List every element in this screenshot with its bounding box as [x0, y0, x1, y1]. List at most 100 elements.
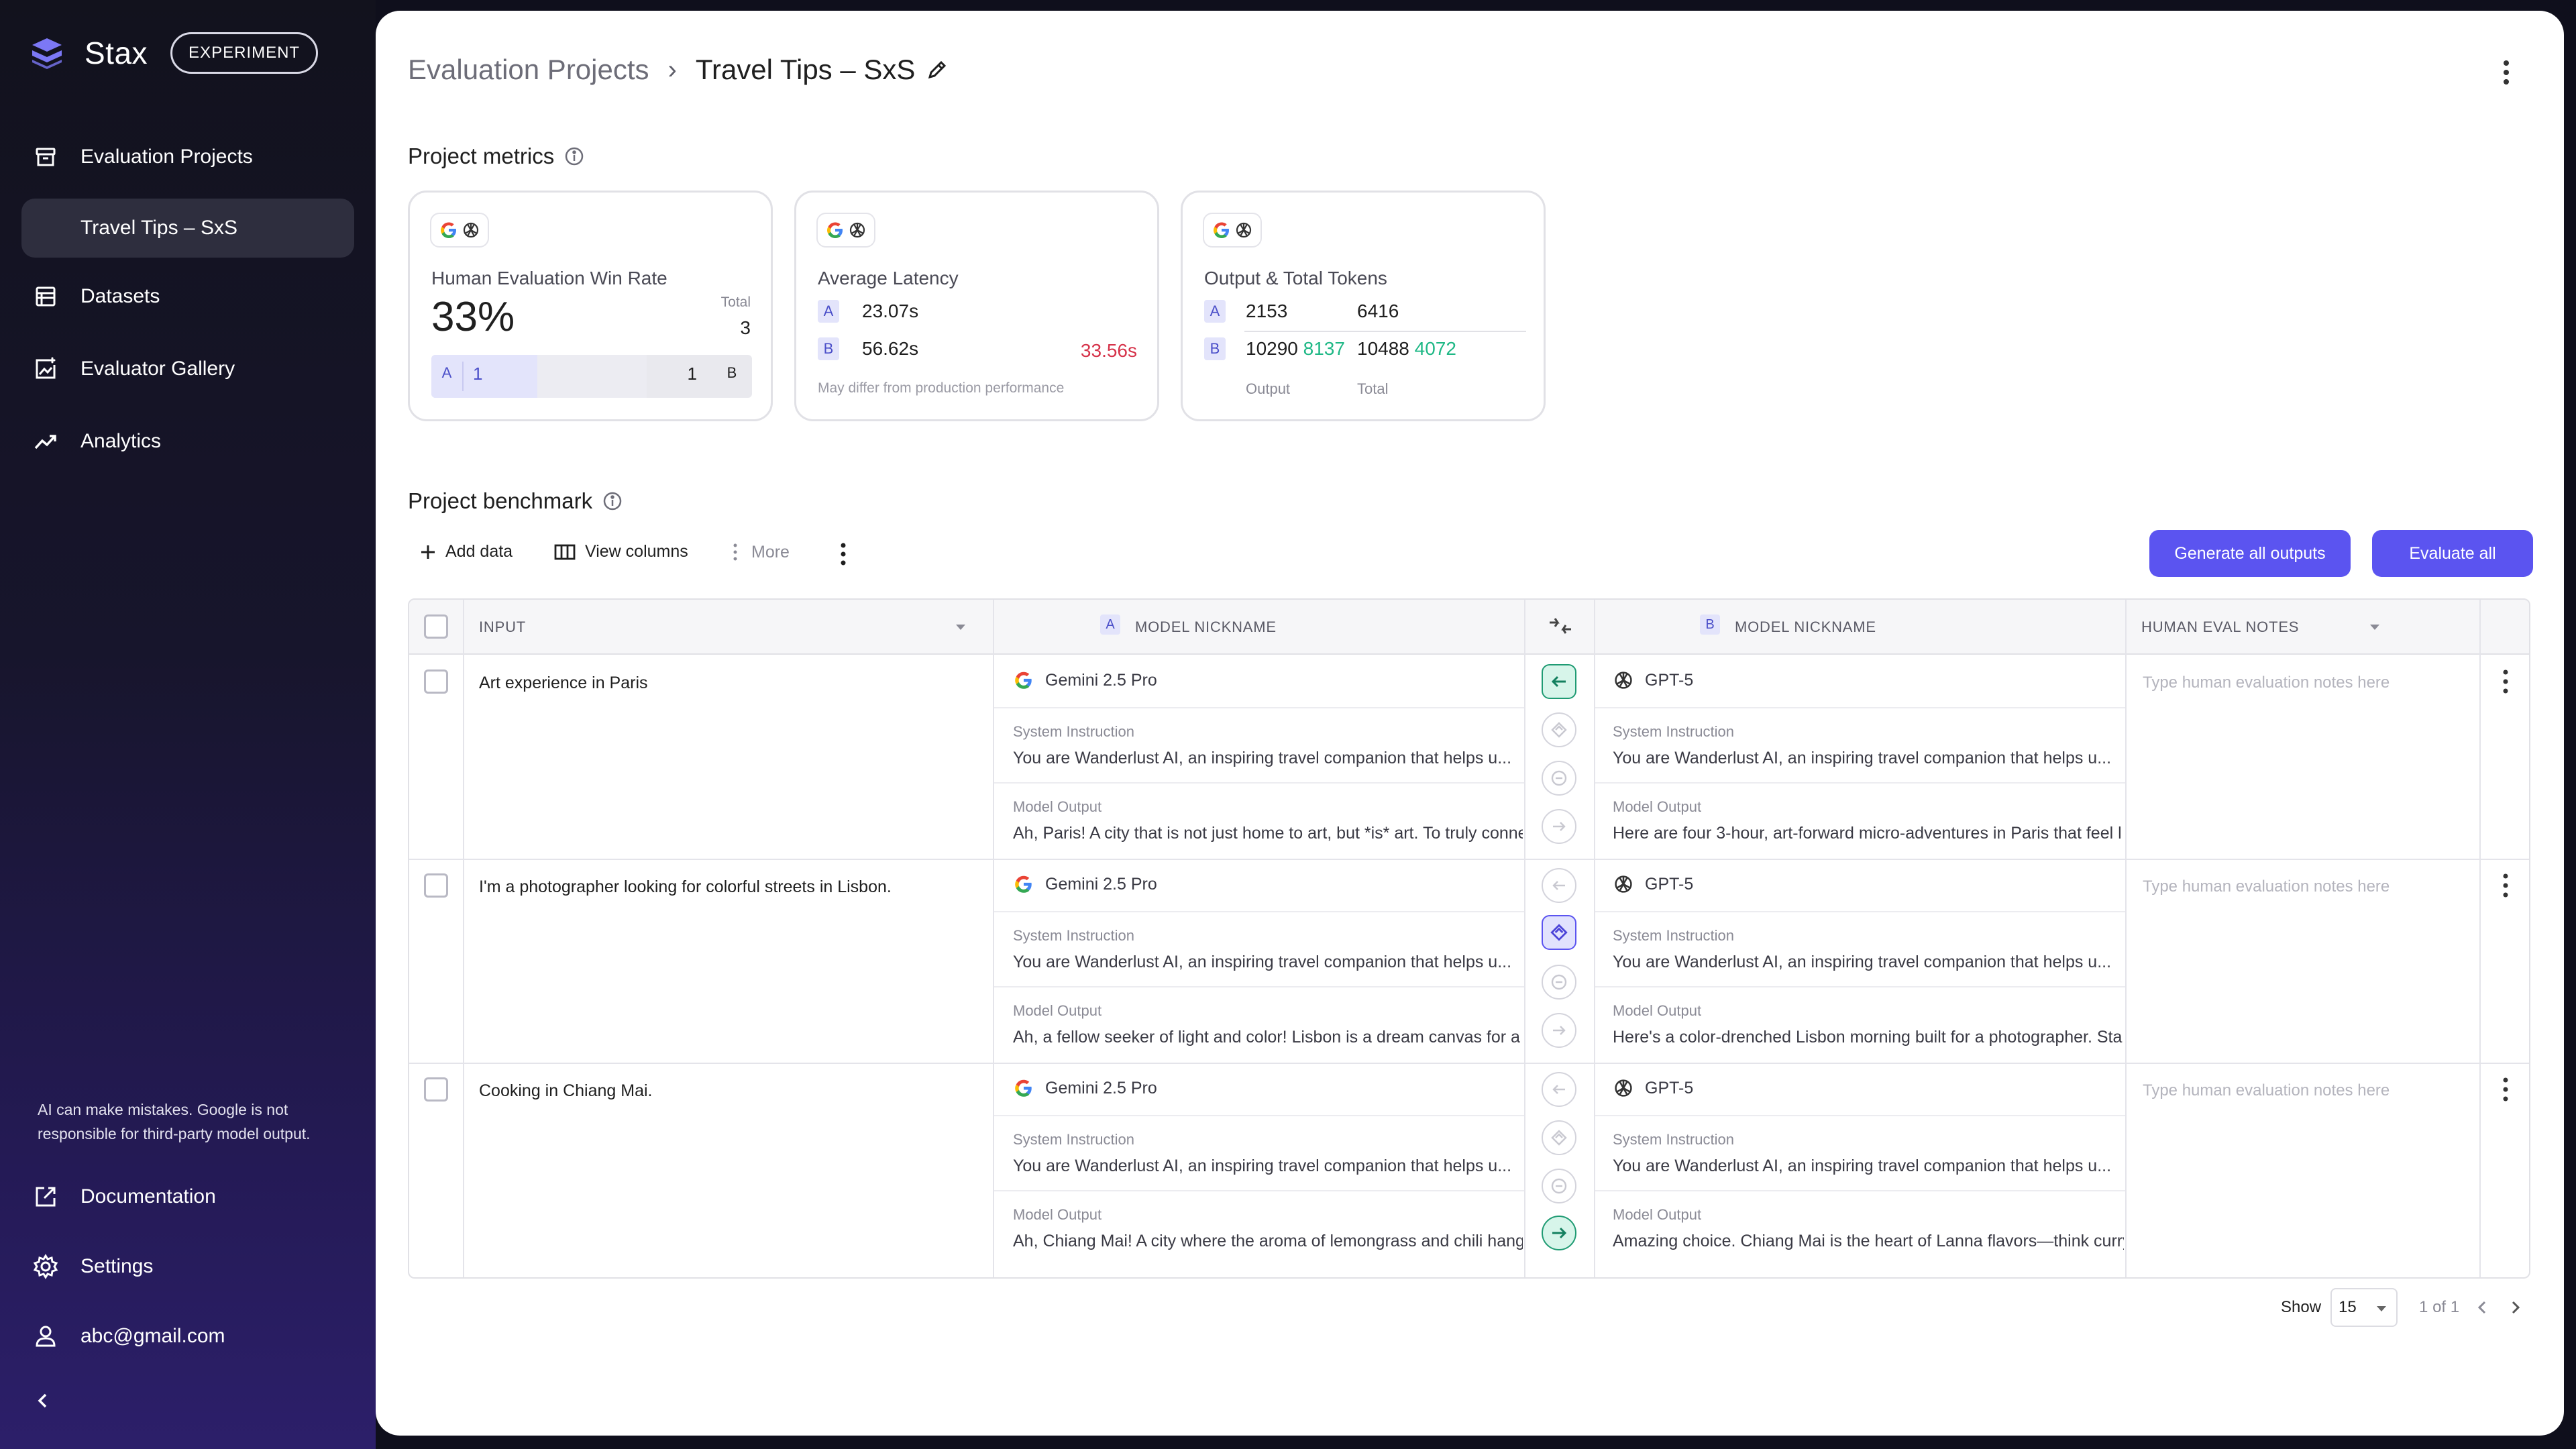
model-b-instruction[interactable]: You are Wanderlust AI, an inspiring trav…	[1613, 749, 2116, 768]
tie-button[interactable]	[1542, 915, 1576, 950]
arrow-left-icon	[1551, 676, 1566, 688]
nav-evaluator-gallery[interactable]: Evaluator Gallery	[21, 339, 354, 398]
cell-divider	[1595, 1190, 2125, 1191]
model-b-label: GPT-5	[1645, 1078, 1694, 1097]
openai-logo-icon	[849, 222, 865, 238]
row-checkbox[interactable]	[424, 873, 448, 898]
nav-project-travel-tips[interactable]: Travel Tips – SxS	[21, 199, 354, 258]
google-logo-icon	[1015, 1079, 1032, 1097]
model-b-instruction[interactable]: You are Wanderlust AI, an inspiring trav…	[1613, 953, 2116, 972]
row-menu-icon[interactable]	[2501, 665, 2510, 698]
nav-datasets[interactable]: Datasets	[21, 267, 354, 326]
neither-button[interactable]	[1542, 965, 1576, 1000]
model-output-label: Model Output	[1013, 1002, 1102, 1019]
column-header-model-b[interactable]: MODEL NICKNAME	[1735, 619, 1876, 636]
chevron-left-icon	[31, 1386, 55, 1415]
row-checkbox[interactable]	[424, 1077, 448, 1102]
nav-label: Documentation	[80, 1185, 216, 1208]
evaluate-all-button[interactable]: Evaluate all	[2372, 530, 2533, 577]
cell-divider	[994, 911, 1524, 912]
prefer-a-button[interactable]	[1542, 868, 1576, 903]
model-a-output[interactable]: Ah, Chiang Mai! A city where the aroma o…	[1013, 1232, 1523, 1251]
info-icon[interactable]	[564, 146, 585, 167]
nav-account[interactable]: abc@gmail.com	[21, 1307, 354, 1366]
collapse-sidebar-button[interactable]	[21, 1371, 75, 1430]
model-a-name: Gemini 2.5 Pro	[1013, 873, 1157, 895]
latency-a-value: 23.07s	[862, 301, 919, 321]
model-a-output[interactable]: Ah, Paris! A city that is not just home …	[1013, 824, 1523, 843]
model-b-instruction[interactable]: You are Wanderlust AI, an inspiring trav…	[1613, 1157, 2116, 1176]
generate-all-outputs-button[interactable]: Generate all outputs	[2149, 530, 2351, 577]
nav-label: Evaluator Gallery	[80, 358, 235, 380]
model-b-output[interactable]: Here's a color-drenched Lisbon morning b…	[1613, 1028, 2124, 1047]
nav-analytics[interactable]: Analytics	[21, 412, 354, 471]
model-a-label: Gemini 2.5 Pro	[1045, 670, 1157, 690]
model-a-output[interactable]: Ah, a fellow seeker of light and color! …	[1013, 1028, 1523, 1047]
benchmark-section-title: Project benchmark	[408, 488, 623, 514]
swap-compare-icon[interactable]	[1547, 613, 1574, 639]
latency-row-a: A 23.07s	[818, 300, 918, 323]
openai-logo-icon	[1615, 875, 1632, 893]
latency-card: Average Latency A 23.07s B 56.62s 33.56s…	[794, 191, 1159, 421]
page-size-value: 15	[2339, 1298, 2357, 1316]
tokens-row-a: A 2153 6416	[1204, 300, 1399, 323]
diamond-thumbs-icon	[1551, 1130, 1567, 1146]
neither-button[interactable]	[1542, 1169, 1576, 1203]
nav-evaluation-projects[interactable]: Evaluation Projects	[21, 127, 354, 186]
system-instruction-label: System Instruction	[1613, 723, 1734, 740]
model-a-instruction[interactable]: You are Wanderlust AI, an inspiring trav…	[1013, 1157, 1516, 1176]
page-menu-icon[interactable]	[2501, 58, 2512, 87]
chevron-down-icon[interactable]	[954, 623, 967, 632]
breadcrumb-parent-link[interactable]: Evaluation Projects	[408, 54, 649, 86]
model-b-label: GPT-5	[1645, 670, 1694, 690]
neither-button[interactable]	[1542, 761, 1576, 796]
nav-documentation[interactable]: Documentation	[21, 1167, 354, 1226]
model-b-badge: B	[1700, 614, 1720, 635]
add-data-button[interactable]: Add data	[419, 542, 513, 561]
page-size-select[interactable]: 15	[2330, 1288, 2398, 1327]
column-header-model-a[interactable]: MODEL NICKNAME	[1135, 619, 1277, 636]
model-a-instruction[interactable]: You are Wanderlust AI, an inspiring trav…	[1013, 953, 1516, 972]
latency-b-value: 56.62s	[862, 338, 919, 359]
experiment-badge: EXPERIMENT	[170, 32, 319, 74]
edit-pencil-icon[interactable]	[926, 58, 949, 81]
win-rate-bar-tie-fill	[537, 355, 647, 398]
select-all-checkbox[interactable]	[424, 614, 448, 639]
column-header-notes[interactable]: HUMAN EVAL NOTES	[2141, 619, 2299, 636]
prefer-b-button[interactable]	[1542, 1013, 1576, 1048]
prefer-a-button[interactable]	[1542, 1072, 1576, 1107]
model-b-output[interactable]: Here are four 3-hour, art-forward micro-…	[1613, 824, 2124, 843]
chevron-down-icon[interactable]	[2368, 623, 2381, 632]
page-size-label: Show	[2281, 1298, 2322, 1316]
prefer-a-button[interactable]	[1542, 664, 1576, 699]
model-a-instruction[interactable]: You are Wanderlust AI, an inspiring trav…	[1013, 749, 1516, 768]
prefer-b-button[interactable]	[1542, 809, 1576, 844]
view-columns-button[interactable]: View columns	[554, 542, 688, 561]
cell-divider	[1595, 911, 2125, 912]
model-b-output[interactable]: Amazing choice. Chiang Mai is the heart …	[1613, 1232, 2124, 1251]
more-button[interactable]: More	[731, 542, 790, 562]
row-checkbox[interactable]	[424, 669, 448, 694]
toolbar-menu-icon[interactable]	[839, 541, 848, 568]
human-eval-notes-input[interactable]: Type human evaluation notes here	[2143, 1081, 2390, 1100]
prefer-b-button[interactable]	[1542, 1216, 1576, 1250]
column-divider	[1594, 600, 1595, 1277]
column-header-input[interactable]: INPUT	[479, 619, 526, 636]
cell-divider	[994, 1190, 1524, 1191]
arrow-left-icon	[1552, 881, 1565, 890]
tie-button[interactable]	[1542, 712, 1576, 747]
human-eval-notes-input[interactable]: Type human evaluation notes here	[2143, 877, 2390, 896]
tokens-b-output: 10290 8137	[1246, 338, 1345, 360]
info-icon[interactable]	[602, 490, 623, 512]
nav-label: abc@gmail.com	[80, 1325, 225, 1347]
tie-button[interactable]	[1542, 1120, 1576, 1155]
row-menu-icon[interactable]	[2501, 1073, 2510, 1106]
chevron-right-icon[interactable]	[2508, 1298, 2524, 1317]
human-eval-notes-input[interactable]: Type human evaluation notes here	[2143, 674, 2390, 692]
row-menu-icon[interactable]	[2501, 869, 2510, 902]
row-input: I'm a photographer looking for colorful …	[479, 877, 892, 896]
tokens-title: Output & Total Tokens	[1204, 268, 1387, 288]
benchmark-table: INPUT A MODEL NICKNAME B MODEL NICKNAME …	[408, 598, 2530, 1279]
chevron-left-icon[interactable]	[2474, 1298, 2490, 1317]
nav-settings[interactable]: Settings	[21, 1237, 354, 1296]
